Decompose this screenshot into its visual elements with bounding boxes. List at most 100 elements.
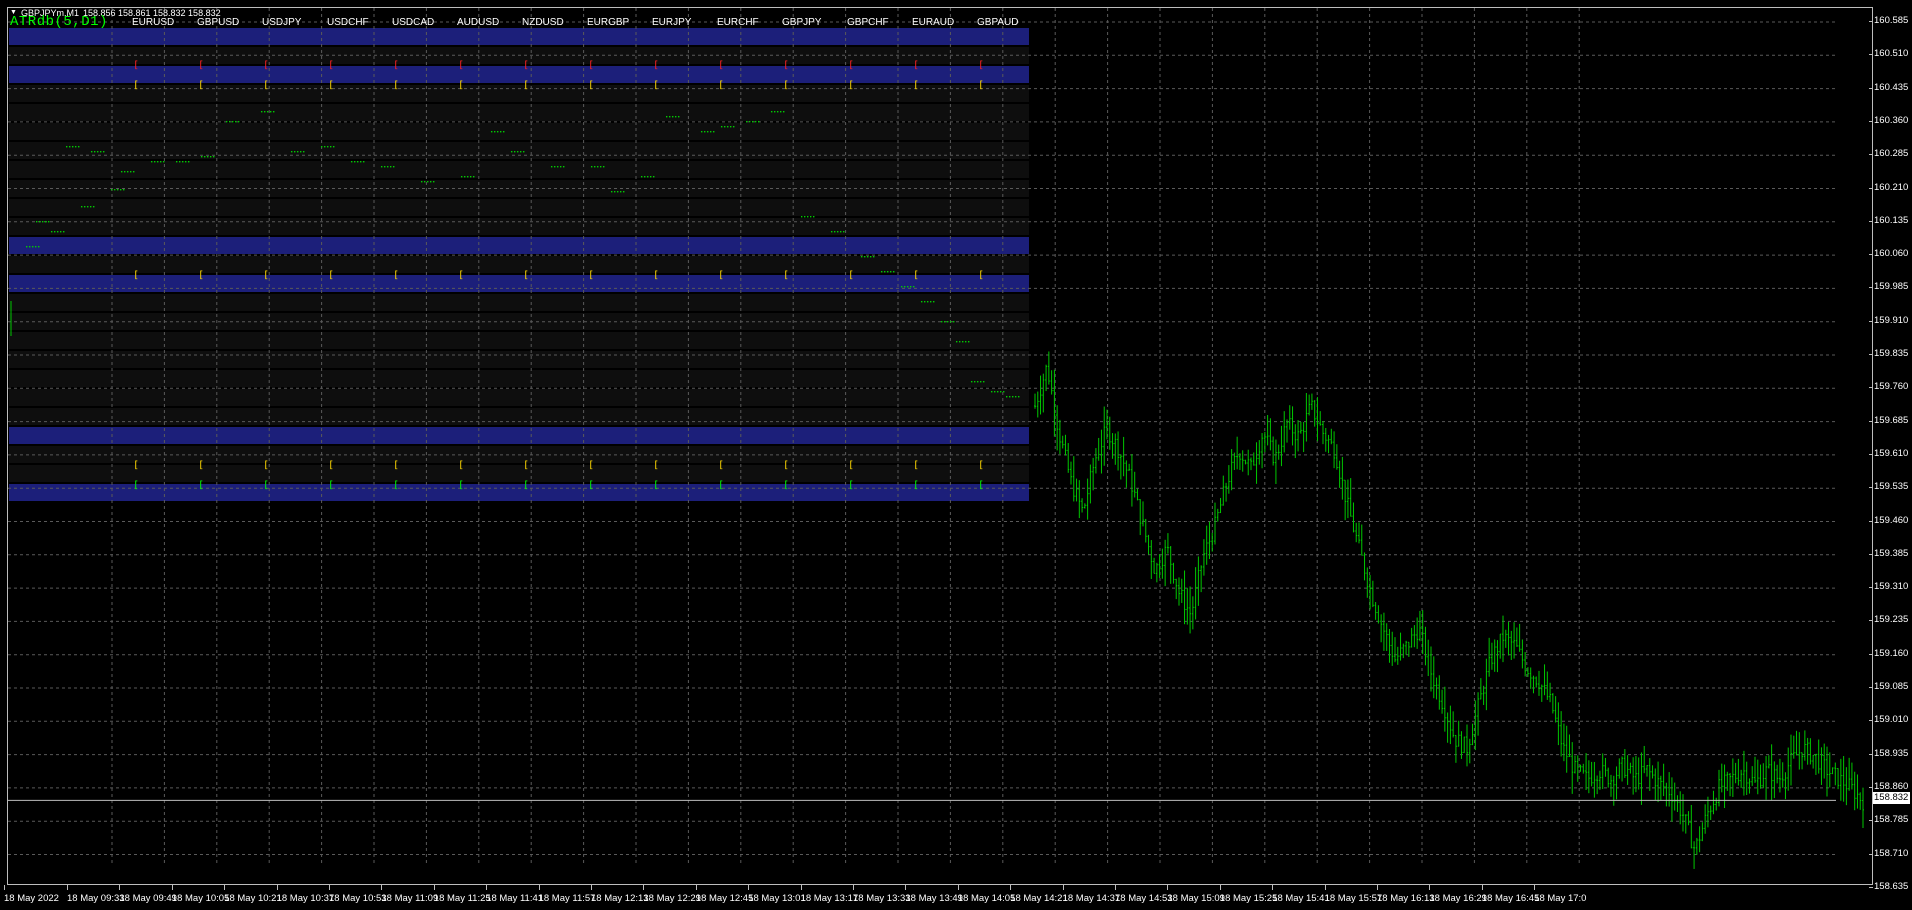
bracket-marker: [: [848, 270, 854, 281]
indicator-dot: [90, 206, 92, 208]
indicator-dot: [390, 166, 392, 168]
indicator-dot: [54, 231, 56, 233]
indicator-dot: [36, 221, 38, 223]
indicator-dot: [704, 131, 706, 133]
indicator-dot: [904, 286, 906, 288]
indicator-dot: [157, 161, 159, 163]
indicator-dot: [494, 131, 496, 133]
indicator-dot: [75, 146, 77, 148]
price-axis-label: 160.585: [1869, 15, 1909, 26]
bracket-marker: [: [328, 460, 334, 471]
indicator-dot: [78, 146, 80, 148]
indicator-dot: [103, 151, 105, 153]
indicator-dot: [813, 216, 815, 218]
indicator-band: [9, 484, 1029, 501]
bracket-marker: [: [263, 80, 269, 91]
price-axis-label: 160.510: [1869, 48, 1909, 60]
price-axis-label: 160.210: [1869, 181, 1909, 193]
indicator-dot: [804, 216, 806, 218]
indicator-dot: [473, 176, 475, 178]
indicator-dot: [35, 246, 37, 248]
indicator-dot: [983, 381, 985, 383]
indicator-dot: [97, 151, 99, 153]
time-axis-label: 18 May 16:45: [1481, 885, 1540, 904]
indicator-dot: [491, 131, 493, 133]
indicator-dot: [321, 146, 323, 148]
bracket-marker: [: [523, 460, 529, 471]
indicator-dot: [907, 286, 909, 288]
bracket-marker: [: [263, 60, 269, 71]
bracket-marker: [: [133, 480, 139, 491]
indicator-dot: [42, 221, 44, 223]
indicator-dot: [497, 131, 499, 133]
indicator-dot: [965, 341, 967, 343]
time-axis-label: 18 May 10:05: [171, 885, 230, 904]
indicator-dot: [57, 231, 59, 233]
plot-area[interactable]: [[[[[[[[[[[[[[[[[[[[[[[[[[[[[[[[[[[[[[[[…: [7, 7, 1873, 885]
indicator-dot: [520, 151, 522, 153]
indicator-dot: [360, 161, 362, 163]
indicator-dot: [69, 146, 71, 148]
bracket-marker: [: [783, 480, 789, 491]
indicator-dot: [771, 111, 773, 113]
price-axis-label: 158.935: [1869, 747, 1909, 759]
bracket-marker: [: [198, 80, 204, 91]
bracket-marker: [: [393, 60, 399, 71]
indicator-dot: [921, 301, 923, 303]
indicator-dot: [1000, 391, 1002, 393]
time-axis-label: 18 May 11:09: [381, 885, 439, 904]
indicator-dot: [188, 161, 190, 163]
indicator-band: [9, 28, 1029, 45]
indicator-dot: [213, 156, 215, 158]
indicator-dot: [38, 246, 40, 248]
pair-label-nzdusd: NZDUSD: [522, 17, 564, 28]
bracket-marker: [: [458, 270, 464, 281]
indicator-dot: [780, 111, 782, 113]
time-axis-label: 18 May 11:41: [486, 885, 544, 904]
indicator-dot: [861, 256, 863, 258]
indicator-band: [9, 161, 1029, 178]
price-axis-label: 160.060: [1869, 248, 1909, 260]
indicator-dot: [890, 271, 892, 273]
indicator-band: [9, 408, 1029, 425]
indicator-dot: [60, 231, 62, 233]
indicator-dot: [600, 166, 602, 168]
indicator-dot: [644, 176, 646, 178]
indicator-dot: [470, 176, 472, 178]
indicator-dot: [351, 161, 353, 163]
indicator-dot: [514, 151, 516, 153]
indicator-dot: [117, 189, 119, 191]
pair-label-eurchf: EURCHF: [717, 17, 759, 28]
indicator-dot: [273, 111, 275, 113]
pair-label-gbpaud: GBPAUD: [977, 17, 1019, 28]
indicator-dot: [81, 206, 83, 208]
time-axis-label: 18 May 10:53: [329, 885, 387, 904]
bracket-marker: [: [978, 480, 984, 491]
bracket-marker: [: [718, 60, 724, 71]
indicator-dot: [840, 231, 842, 233]
price-axis-label: 159.760: [1869, 381, 1909, 393]
bracket-marker: [: [653, 480, 659, 491]
time-axis-label: 18 May 11:25: [433, 885, 491, 904]
indicator-dot: [1018, 396, 1020, 398]
bracket-marker: [: [133, 270, 139, 281]
chart-canvas[interactable]: [[[[[[[[[[[[[[[[[[[[[[[[[[[[[[[[[[[[[[[[…: [8, 8, 1873, 885]
chart-window[interactable]: [[[[[[[[[[[[[[[[[[[[[[[[[[[[[[[[[[[[[[[[…: [0, 0, 1912, 910]
indicator-dot: [672, 116, 674, 118]
time-axis-label: 18 May 10:21: [224, 885, 282, 904]
price-axis-label: 159.985: [1869, 281, 1909, 293]
indicator-dot: [783, 111, 785, 113]
bracket-marker: [: [848, 80, 854, 91]
bracket-marker: [: [978, 460, 984, 471]
indicator-band: [9, 332, 1029, 349]
indicator-dot: [941, 321, 943, 323]
indicator-dot: [614, 191, 616, 193]
bracket-marker: [: [328, 80, 334, 91]
indicator-dot: [710, 131, 712, 133]
time-axis-label: 18 May 14:37: [1062, 885, 1121, 904]
indicator-band: [9, 256, 1029, 273]
indicator-dot: [707, 131, 709, 133]
indicator-dot: [127, 171, 129, 173]
indicator-dot: [523, 151, 525, 153]
indicator-dot: [843, 231, 845, 233]
